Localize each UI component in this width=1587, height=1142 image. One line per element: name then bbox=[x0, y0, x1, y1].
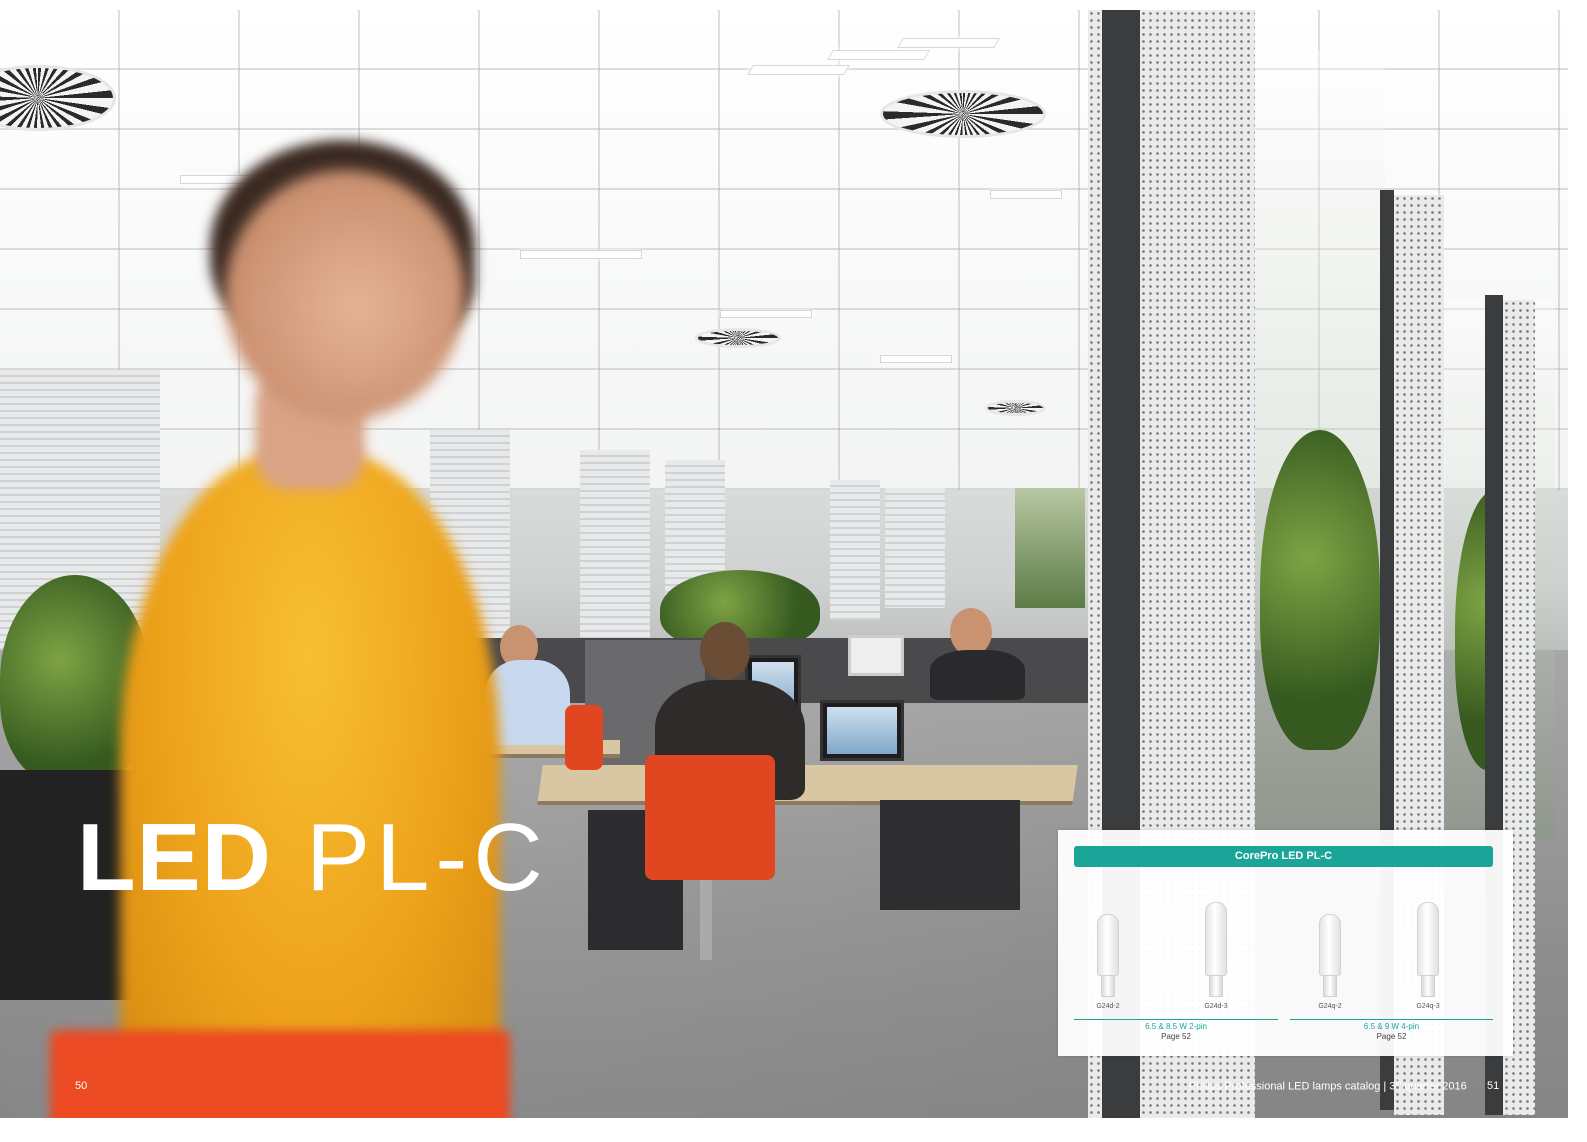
lamp-g24d-3[interactable]: G24d-3 bbox=[1186, 902, 1246, 1010]
ceiling-light bbox=[747, 65, 850, 75]
group-spec: 6.5 & 9 W 4-pin bbox=[1363, 1022, 1420, 1031]
right-page-number: 51 bbox=[1487, 1080, 1500, 1092]
person-head bbox=[950, 608, 992, 656]
title-light: PL-C bbox=[306, 804, 549, 911]
lamp-base bbox=[1101, 976, 1115, 997]
group-divider bbox=[1074, 1019, 1278, 1020]
lamp-label: G24d-3 bbox=[1204, 1003, 1228, 1010]
product-panel[interactable]: CorePro LED PL-C G24d-2 G24d-3 G24q-2 G2… bbox=[1058, 830, 1513, 1056]
window-blind bbox=[830, 480, 880, 620]
woman-yellow-sweater bbox=[120, 450, 500, 1118]
lamp-tube bbox=[1097, 914, 1119, 976]
ceiling-light bbox=[520, 250, 642, 259]
page-title: LED PL-C bbox=[77, 810, 549, 906]
ceiling-light bbox=[880, 355, 952, 363]
lamp-base bbox=[1323, 976, 1337, 997]
window-blind bbox=[580, 450, 650, 640]
panel-header: CorePro LED PL-C bbox=[1074, 846, 1493, 867]
left-page-number: 50 bbox=[75, 1080, 88, 1092]
air-diffuser bbox=[880, 90, 1046, 138]
ceiling-light bbox=[720, 310, 812, 318]
lamp-label: G24q-3 bbox=[1416, 1003, 1440, 1010]
person-head bbox=[700, 622, 750, 680]
group-page-link[interactable]: Page 52 bbox=[1074, 1032, 1278, 1042]
office-chair bbox=[645, 755, 775, 880]
lamp-label: G24q-2 bbox=[1318, 1003, 1342, 1010]
group-page-link[interactable]: Page 52 bbox=[1290, 1032, 1493, 1042]
lamp-tube bbox=[1205, 902, 1227, 976]
catalog-footer: Philips Professional LED lamps catalog |… bbox=[1189, 1080, 1467, 1093]
lamp-g24q-3[interactable]: G24q-3 bbox=[1398, 902, 1458, 1010]
ceiling-light bbox=[897, 38, 1000, 48]
lamp-tube bbox=[1417, 902, 1439, 976]
laptop bbox=[820, 700, 904, 761]
catalog-suffix: quarter 2016 bbox=[1401, 1080, 1467, 1093]
group-caption[interactable]: 6.5 & 9 W 4-pin Page 52 bbox=[1290, 1022, 1493, 1042]
monitor-back bbox=[848, 635, 904, 676]
title-bold: LED bbox=[77, 804, 272, 911]
window-greenery bbox=[1015, 488, 1085, 608]
air-diffuser bbox=[985, 400, 1046, 416]
lamp-base bbox=[1209, 976, 1223, 997]
ceiling-light bbox=[990, 190, 1062, 199]
orange-folder bbox=[50, 1030, 510, 1118]
air-diffuser bbox=[695, 328, 781, 348]
lamp-tube bbox=[1319, 914, 1341, 976]
office-chair bbox=[565, 705, 603, 770]
person-legs bbox=[880, 800, 1020, 910]
chair-base bbox=[700, 880, 712, 960]
group-divider bbox=[1290, 1019, 1493, 1020]
person-shirt bbox=[930, 650, 1025, 700]
desk bbox=[537, 765, 1078, 805]
group-spec: 6.5 & 8.5 W 2-pin bbox=[1145, 1022, 1207, 1031]
group-caption[interactable]: 6.5 & 8.5 W 2-pin Page 52 bbox=[1074, 1022, 1278, 1042]
woman-face bbox=[225, 170, 465, 420]
lamp-g24d-2[interactable]: G24d-2 bbox=[1078, 914, 1138, 1010]
lamp-base bbox=[1421, 976, 1435, 997]
lamp-label: G24d-2 bbox=[1096, 1003, 1120, 1010]
lamp-g24q-2[interactable]: G24q-2 bbox=[1300, 914, 1360, 1010]
plant-right bbox=[1260, 430, 1380, 750]
catalog-text: Philips Professional LED lamps catalog |… bbox=[1189, 1080, 1396, 1093]
ceiling-light bbox=[827, 50, 930, 60]
window-blind bbox=[885, 488, 945, 608]
